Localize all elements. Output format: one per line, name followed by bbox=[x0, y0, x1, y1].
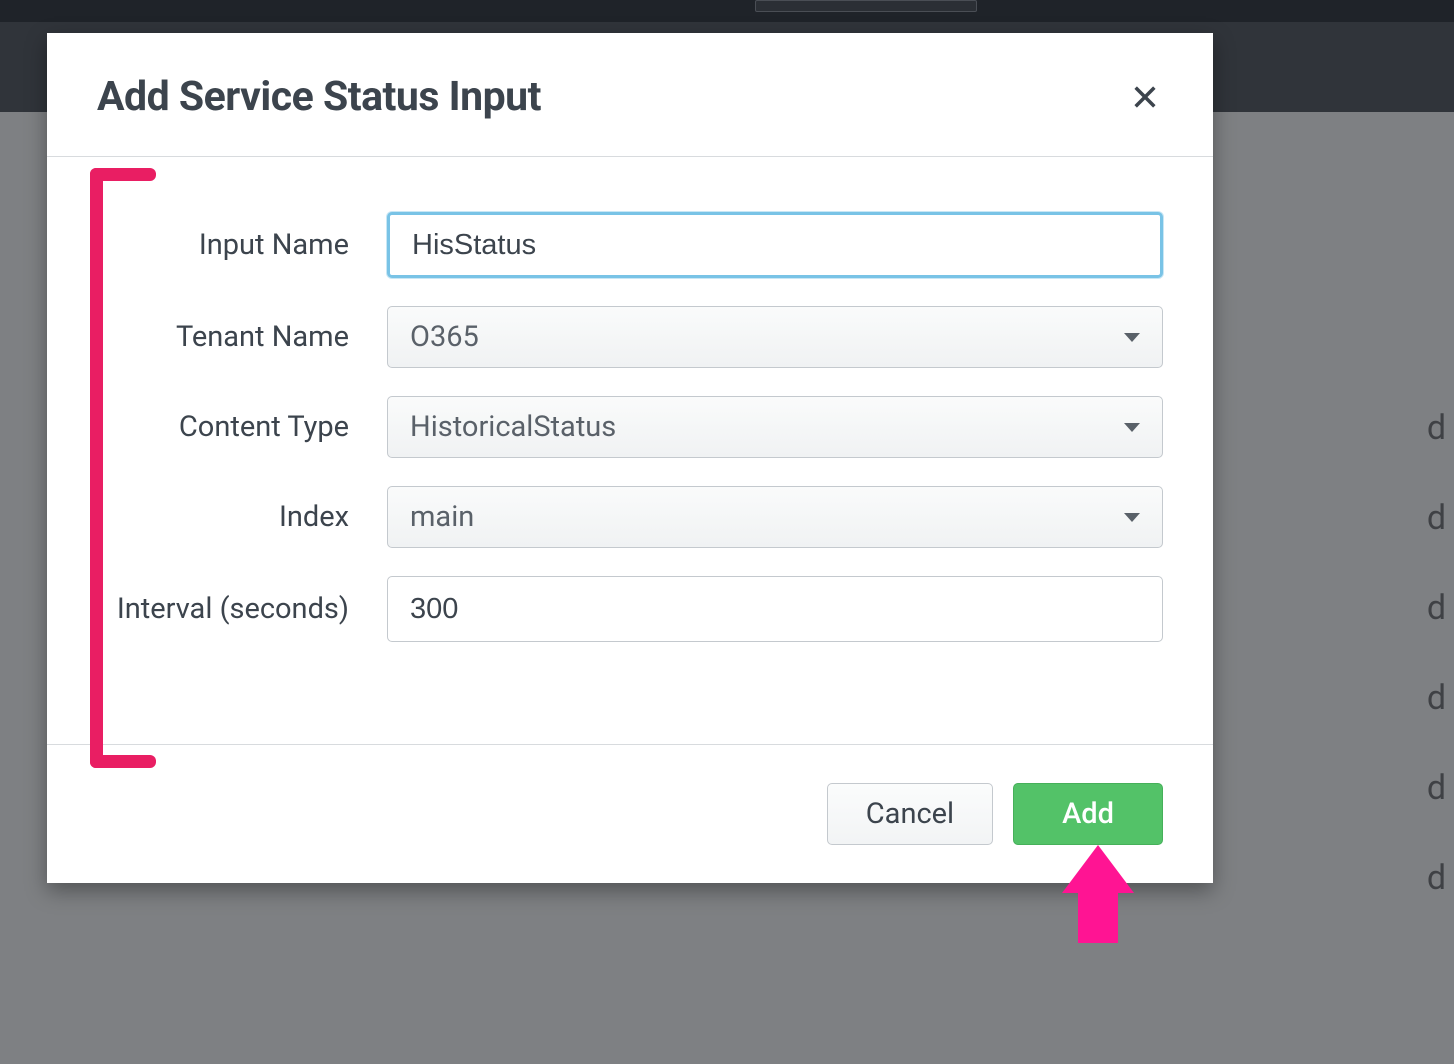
bg-row-text: d bbox=[1427, 588, 1446, 628]
interval-label: Interval (seconds) bbox=[97, 592, 387, 626]
form-row-content-type: Content Type HistoricalStatus bbox=[97, 396, 1163, 458]
tenant-name-value: O365 bbox=[410, 320, 479, 354]
index-label: Index bbox=[97, 500, 387, 534]
modal-header: Add Service Status Input bbox=[47, 33, 1213, 157]
modal-body: Input Name Tenant Name O365 Content Type… bbox=[47, 157, 1213, 744]
content-type-dropdown[interactable]: HistoricalStatus bbox=[387, 396, 1163, 458]
bg-row-text: d bbox=[1427, 408, 1446, 448]
input-name-label: Input Name bbox=[97, 228, 387, 262]
content-type-label: Content Type bbox=[97, 410, 387, 444]
app-header bbox=[0, 0, 1454, 22]
bg-row-text: d bbox=[1427, 768, 1446, 808]
close-icon bbox=[1131, 83, 1159, 111]
header-search-box[interactable] bbox=[755, 0, 977, 12]
form-row-interval: Interval (seconds) bbox=[97, 576, 1163, 642]
index-dropdown[interactable]: main bbox=[387, 486, 1163, 548]
modal-footer: Cancel Add bbox=[47, 744, 1213, 883]
tenant-name-label: Tenant Name bbox=[97, 320, 387, 354]
cancel-button[interactable]: Cancel bbox=[827, 783, 993, 845]
chevron-down-icon bbox=[1124, 423, 1140, 432]
chevron-down-icon bbox=[1124, 333, 1140, 342]
interval-field[interactable] bbox=[387, 576, 1163, 642]
bg-row-text: d bbox=[1427, 498, 1446, 538]
close-button[interactable] bbox=[1127, 79, 1163, 115]
bg-row-text: d bbox=[1427, 678, 1446, 718]
add-button[interactable]: Add bbox=[1013, 783, 1163, 845]
tenant-name-dropdown[interactable]: O365 bbox=[387, 306, 1163, 368]
form-row-input-name: Input Name bbox=[97, 212, 1163, 278]
add-service-status-input-modal: Add Service Status Input Input Name Tena… bbox=[47, 33, 1213, 883]
index-value: main bbox=[410, 500, 474, 534]
input-name-field[interactable] bbox=[387, 212, 1163, 278]
form-row-index: Index main bbox=[97, 486, 1163, 548]
modal-title: Add Service Status Input bbox=[97, 73, 541, 121]
bg-row-text: d bbox=[1427, 858, 1446, 898]
content-type-value: HistoricalStatus bbox=[410, 410, 616, 444]
form-row-tenant-name: Tenant Name O365 bbox=[97, 306, 1163, 368]
chevron-down-icon bbox=[1124, 513, 1140, 522]
